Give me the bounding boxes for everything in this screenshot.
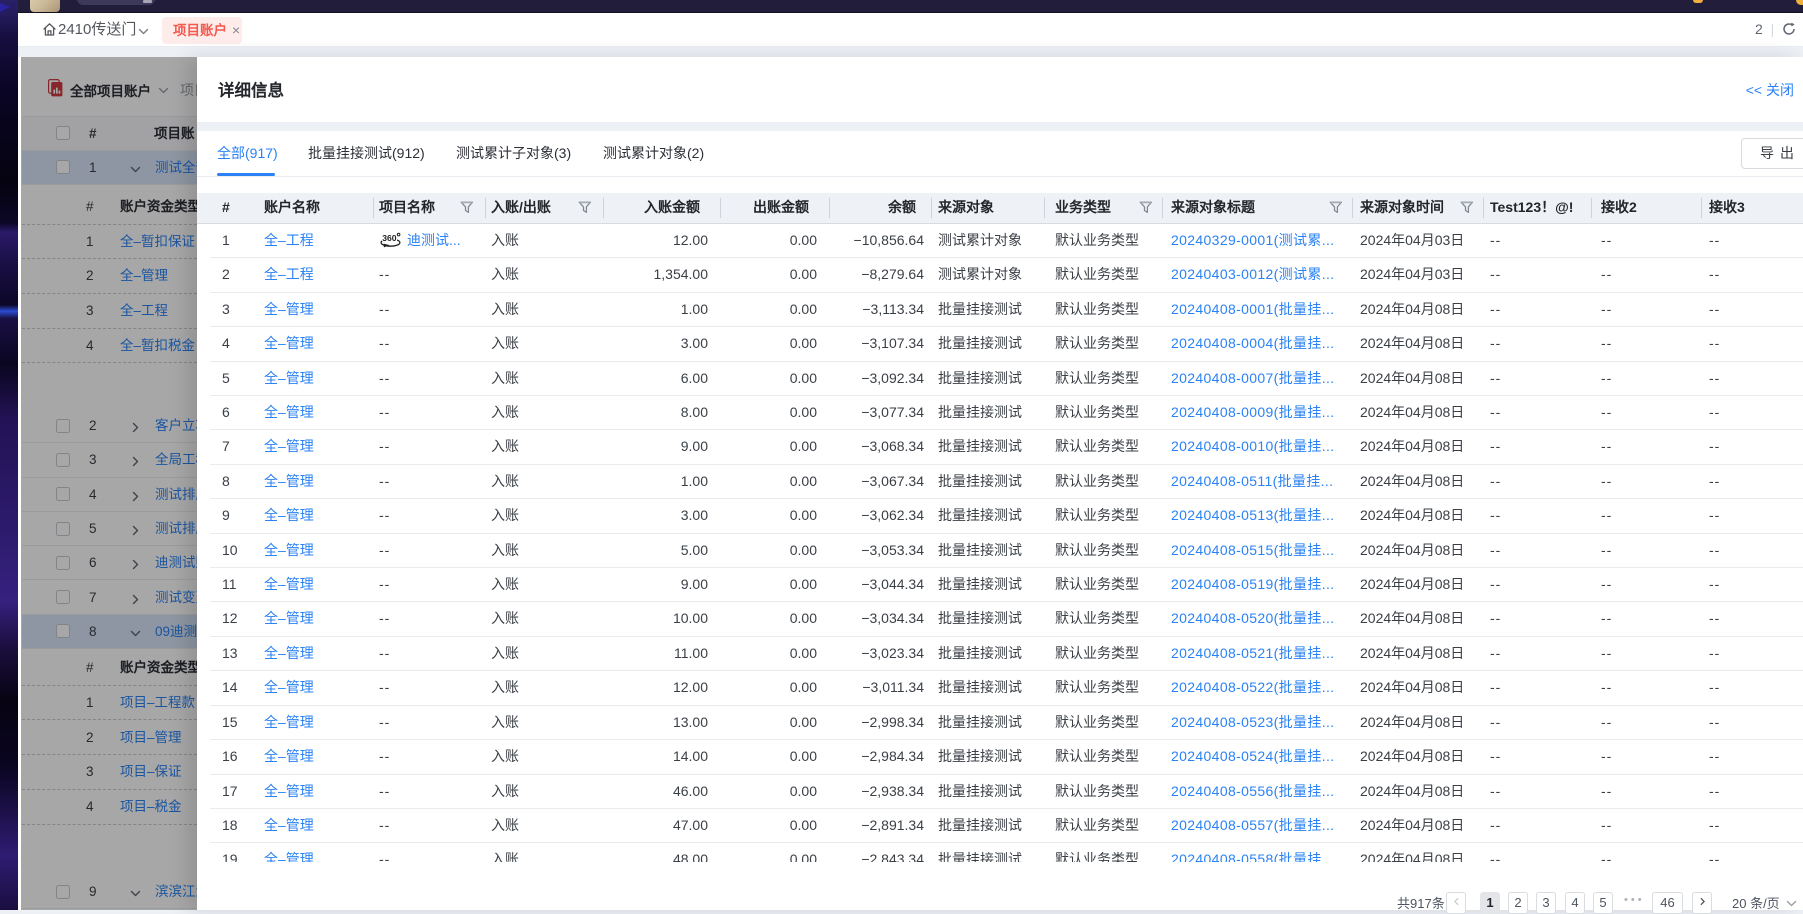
svg-text:360: 360 (382, 233, 397, 243)
